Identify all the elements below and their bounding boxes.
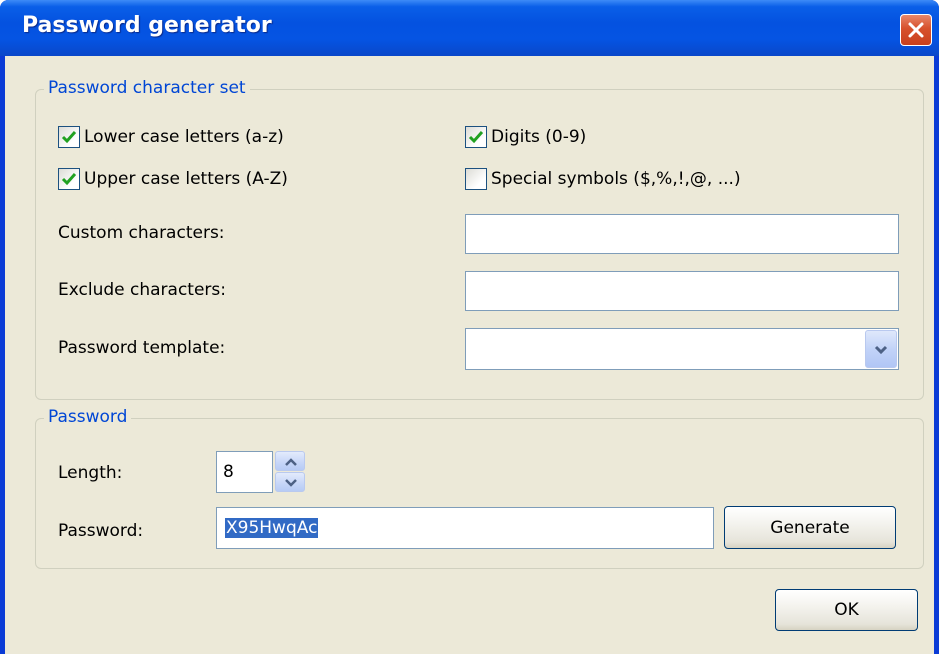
check-mark-icon bbox=[468, 131, 484, 144]
password-value: X95HwqAc bbox=[225, 518, 319, 538]
exclude-characters-input[interactable] bbox=[465, 271, 899, 311]
password-generator-window: Password generator Password character se… bbox=[0, 0, 939, 654]
charset-group-title: Password character set bbox=[44, 78, 250, 98]
password-output-field[interactable]: X95HwqAc bbox=[216, 507, 714, 549]
lowercase-checkbox-box[interactable] bbox=[58, 126, 80, 148]
lowercase-label: Lower case letters (a-z) bbox=[84, 127, 284, 147]
close-icon bbox=[908, 22, 924, 38]
password-template-combobox[interactable] bbox=[465, 328, 899, 370]
password-template-label: Password template: bbox=[58, 338, 226, 358]
password-groupbox: Password Length: Password: X95HwqAc bbox=[35, 407, 924, 569]
custom-characters-label: Custom characters: bbox=[58, 223, 225, 243]
check-mark-icon bbox=[61, 131, 77, 144]
template-dropdown-button[interactable] bbox=[865, 330, 897, 368]
digits-checkbox-box[interactable] bbox=[465, 126, 487, 148]
chevron-down-icon bbox=[285, 479, 297, 487]
charset-groupbox: Password character set Lower case letter… bbox=[35, 78, 924, 400]
chevron-up-icon bbox=[285, 458, 297, 466]
lowercase-checkbox[interactable]: Lower case letters (a-z) bbox=[58, 125, 284, 149]
uppercase-label: Upper case letters (A-Z) bbox=[84, 169, 288, 189]
exclude-characters-label: Exclude characters: bbox=[58, 280, 226, 300]
length-stepper[interactable] bbox=[275, 451, 305, 493]
ok-button-label: OK bbox=[834, 600, 859, 620]
title-bar[interactable]: Password generator bbox=[0, 0, 939, 56]
length-input[interactable] bbox=[216, 451, 273, 493]
password-label: Password: bbox=[58, 521, 144, 541]
ok-button[interactable]: OK bbox=[775, 589, 918, 631]
special-symbols-checkbox-box[interactable] bbox=[465, 168, 487, 190]
custom-characters-input[interactable] bbox=[465, 214, 899, 254]
dialog-client-area: Password character set Lower case letter… bbox=[5, 56, 934, 654]
digits-label: Digits (0-9) bbox=[491, 127, 587, 147]
password-group-title: Password bbox=[44, 407, 132, 427]
uppercase-checkbox[interactable]: Upper case letters (A-Z) bbox=[58, 167, 288, 191]
window-title: Password generator bbox=[22, 13, 272, 38]
generate-button[interactable]: Generate bbox=[724, 506, 896, 549]
chevron-down-icon bbox=[874, 345, 888, 355]
length-decrement-button[interactable] bbox=[275, 472, 305, 492]
check-mark-icon bbox=[61, 173, 77, 186]
length-label: Length: bbox=[58, 463, 123, 483]
special-symbols-checkbox[interactable]: Special symbols ($,%,!,@, ...) bbox=[465, 167, 741, 191]
digits-checkbox[interactable]: Digits (0-9) bbox=[465, 125, 586, 149]
generate-button-label: Generate bbox=[770, 517, 850, 538]
uppercase-checkbox-box[interactable] bbox=[58, 168, 80, 190]
length-increment-button[interactable] bbox=[275, 451, 305, 471]
special-symbols-label: Special symbols ($,%,!,@, ...) bbox=[491, 169, 741, 189]
close-button[interactable] bbox=[900, 14, 932, 46]
